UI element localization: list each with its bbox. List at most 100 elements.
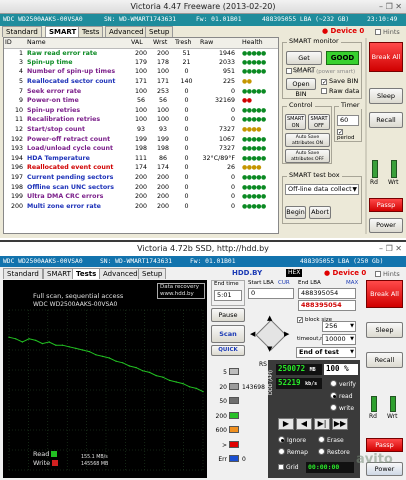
step-back-icon[interactable]: ◀ [296,418,312,430]
tab-standard[interactable]: Standard [2,26,42,37]
cur-label[interactable]: CUR [278,280,290,286]
attr-worst: 198 [156,145,170,153]
table-row[interactable]: 12 Start/stop count 93 93 0 7327 ●●●● [4,125,278,135]
table-row[interactable]: 11 Recalibration retries 100 100 0 0 ●●●●● [4,115,278,125]
begin-button[interactable]: Begin [285,206,306,219]
quick-button[interactable]: QUICK [211,345,245,356]
tab-standard[interactable]: Standard [3,268,43,279]
table-row[interactable]: 7 Seek error rate 100 253 0 0 ●●●●● [4,86,278,96]
attr-id: 200 [10,202,23,210]
timer-period-checkbox[interactable]: period [337,129,361,141]
skip-icon[interactable]: ▶| [314,418,330,430]
arrow-right-icon[interactable]: ▶ [284,330,289,338]
col-id[interactable]: ID [4,38,26,49]
table-row[interactable]: 5 Reallocated sector count 171 171 140 225 ●● [4,77,278,87]
table-row[interactable]: 193 Load/unload cycle count 198 198 0 7327 ●●●… [4,144,278,154]
col-val[interactable]: VAL [130,38,152,49]
scan-button[interactable]: Scan [211,325,245,343]
erase-radio[interactable]: Erase [318,436,344,444]
pause-button[interactable]: Pause [211,308,245,322]
recall-button[interactable]: Recall [369,112,403,128]
attr-health: ●●●●● [242,68,266,76]
start-lba-input[interactable]: 0 [248,288,294,299]
col-raw[interactable]: Raw [199,38,241,49]
abort-button[interactable]: Abort [309,206,331,219]
timer-input[interactable]: 60 [337,115,359,126]
table-row[interactable]: 3 Spin-up time 179 178 21 2033 ●●●●● [4,58,278,68]
col-wrst[interactable]: Wrst [152,38,174,49]
sleep-button[interactable]: Sleep [369,88,403,104]
remap-radio[interactable]: Remap [278,448,308,456]
attr-val: 100 [134,116,148,124]
table-row[interactable]: 192 Power-off retract count 199 199 0 1067 ●●●… [4,134,278,144]
test-type-select[interactable]: Off-line data collect ▼ [285,184,359,195]
restore-radio[interactable]: Restore [318,448,350,456]
autosave-off-button[interactable]: Auto Save attributes OFF [285,149,330,163]
tab-advanced[interactable]: Advanced [105,26,148,37]
table-row[interactable]: 196 Reallocated event count 174 174 0 26 ●●●● [4,163,278,173]
read-radio[interactable]: read [330,392,353,400]
block-size-select[interactable]: 256 ▼ [322,321,356,332]
ignore-radio[interactable]: Ignore [278,436,306,444]
recall-button[interactable]: Recall [366,352,403,368]
scan-graph: Full scan, sequential access WDC WD2500A… [3,280,207,478]
smart-off-button[interactable]: SMART OFF [308,114,330,130]
passp-button[interactable]: Passp [366,438,403,452]
hints-checkbox[interactable]: Hints [375,28,400,36]
hex-toggle[interactable]: HEX [286,269,303,277]
tab-smart[interactable]: SMART [43,268,75,279]
use-file-checkbox[interactable]: Use file (power smart) [286,68,355,75]
end-mode-select[interactable]: End of test ▼ [296,347,356,358]
grid-checkbox[interactable]: Grid [278,464,299,471]
max-label[interactable]: MAX [346,280,358,286]
smart-on-button[interactable]: SMART ON [285,114,306,130]
timeout-select[interactable]: 10000 ▼ [322,334,356,345]
tab-smart[interactable]: SMART [45,26,81,37]
col-name[interactable]: Name [26,38,130,49]
table-row[interactable]: 198 Offline scan UNC sectors 200 200 0 0 ●●●●● [4,182,278,192]
break-all-button[interactable]: Break All [369,42,403,72]
table-row[interactable]: 10 Spin-up retries 100 100 0 0 ●●●●● [4,106,278,116]
col-tresh[interactable]: Tresh [174,38,199,49]
tab-advanced[interactable]: Advanced [99,268,142,279]
arrow-left-icon[interactable]: ◀ [250,330,255,338]
power-button[interactable]: Power [369,218,403,233]
table-row[interactable]: 197 Current pending sectors 200 200 0 0 ●●●●● [4,173,278,183]
play-icon[interactable]: ▶ [278,418,294,430]
sleep-button[interactable]: Sleep [366,322,403,338]
read-legend-swatch [51,451,58,457]
autosave-on-button[interactable]: Auto Save attributes ON [285,133,330,147]
percent-value: 100 [326,364,340,373]
legend-count: 0 [242,456,246,463]
end-icon[interactable]: ▶▶ [332,418,348,430]
end-time-value[interactable]: 5:01 [214,290,242,301]
col-health[interactable]: Health [241,38,278,49]
tab-setup[interactable]: Setup [145,26,174,37]
passp-button[interactable]: Passp [369,198,403,212]
window-controls[interactable]: – ❐ ✕ [379,242,402,256]
open-bin-button[interactable]: Open BIN [286,78,316,98]
tab-setup[interactable]: Setup [138,268,167,279]
verify-radio[interactable]: verify [330,380,356,388]
window-controls[interactable]: – ❐ ✕ [379,0,402,14]
break-all-button[interactable]: Break All [366,280,403,308]
tab-tests[interactable]: Tests [72,268,101,279]
arrow-down-icon[interactable]: ▼ [267,345,272,353]
raw-data-checkbox[interactable]: Raw data [321,87,359,95]
attr-threshold: 0 [184,116,189,124]
table-row[interactable]: 200 Multi zone error rate 200 200 0 0 ●●●●● [4,202,278,212]
save-bin-checkbox[interactable]: Save BIN [321,77,358,85]
hdd-by-link[interactable]: HDD.BY [232,269,262,277]
table-row[interactable]: 194 HDA Temperature 111 86 0 32°C/89°F ●●●●● [4,154,278,164]
hints-checkbox[interactable]: Hints [375,270,400,278]
table-row[interactable]: 9 Power-on time 56 56 0 32169 ●● [4,96,278,106]
write-radio[interactable]: write [330,404,354,412]
tab-strip: Standard SMART Tests Advanced Setup [3,268,167,279]
end-lba-input[interactable]: 488395054 [298,288,356,299]
table-row[interactable]: 4 Number of spin-up times 100 100 0 951 ●●●●● [4,67,278,77]
tab-tests[interactable]: Tests [78,26,104,37]
table-row[interactable]: 1 Raw read error rate 200 200 51 1946 ●●●●● [4,48,278,58]
table-row[interactable]: 199 Ultra DMA CRC errors 200 200 0 0 ●●●●● [4,192,278,202]
get-smart-button[interactable]: Get SMART [286,51,322,74]
arrow-up-icon[interactable]: ▲ [267,314,272,322]
